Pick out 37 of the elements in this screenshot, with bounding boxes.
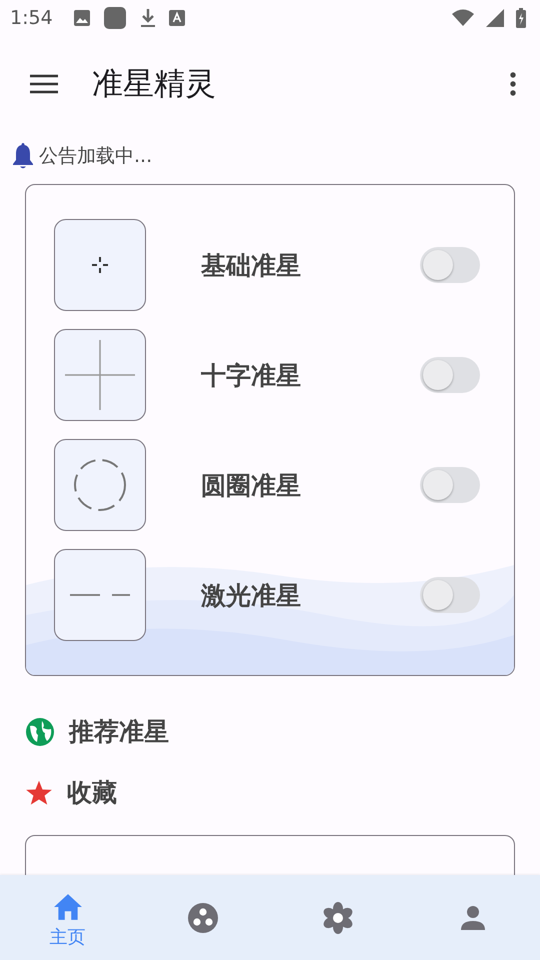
more-vertical-icon xyxy=(510,72,516,96)
home-icon xyxy=(52,893,82,921)
download-icon xyxy=(138,8,157,28)
crosshair-preview[interactable] xyxy=(54,219,146,311)
toggle-switch[interactable] xyxy=(420,577,480,613)
crosshair-icon xyxy=(65,340,135,410)
dashed-line-icon xyxy=(70,593,130,597)
globe-icon xyxy=(25,716,55,746)
crosshair-preview[interactable] xyxy=(54,549,146,641)
menu-icon xyxy=(30,74,58,94)
section-title[interactable]: 收藏 xyxy=(67,776,117,809)
crosshair-label: 圆圈准星 xyxy=(201,470,301,502)
crosshair-preview[interactable] xyxy=(54,439,146,531)
crosshair-label: 基础准星 xyxy=(201,250,301,282)
bell-icon xyxy=(11,142,35,170)
dashed-circle-icon xyxy=(72,457,128,513)
three-dots-icon xyxy=(188,902,218,932)
flower-icon xyxy=(322,902,354,934)
small-crosshair-icon xyxy=(90,255,110,275)
status-time: 1:54 xyxy=(10,7,53,29)
signal-icon xyxy=(486,9,504,27)
app-title: 准星精灵 xyxy=(92,65,216,104)
crosshair-label: 激光准星 xyxy=(201,580,301,612)
font-icon xyxy=(168,10,185,26)
crosshair-label: 十字准星 xyxy=(201,360,301,392)
star-icon xyxy=(25,778,53,806)
toggle-switch[interactable] xyxy=(420,467,480,503)
crosshair-preview[interactable] xyxy=(54,329,146,421)
toggle-switch[interactable] xyxy=(420,247,480,283)
section-title[interactable]: 推荐准星 xyxy=(69,715,169,748)
toggle-switch[interactable] xyxy=(420,357,480,393)
person-icon xyxy=(460,904,486,930)
app-icon xyxy=(102,6,127,30)
image-icon xyxy=(72,9,91,27)
notice-text: 公告加载中... xyxy=(39,144,152,169)
battery-icon xyxy=(516,8,526,28)
wifi-icon xyxy=(452,9,474,27)
